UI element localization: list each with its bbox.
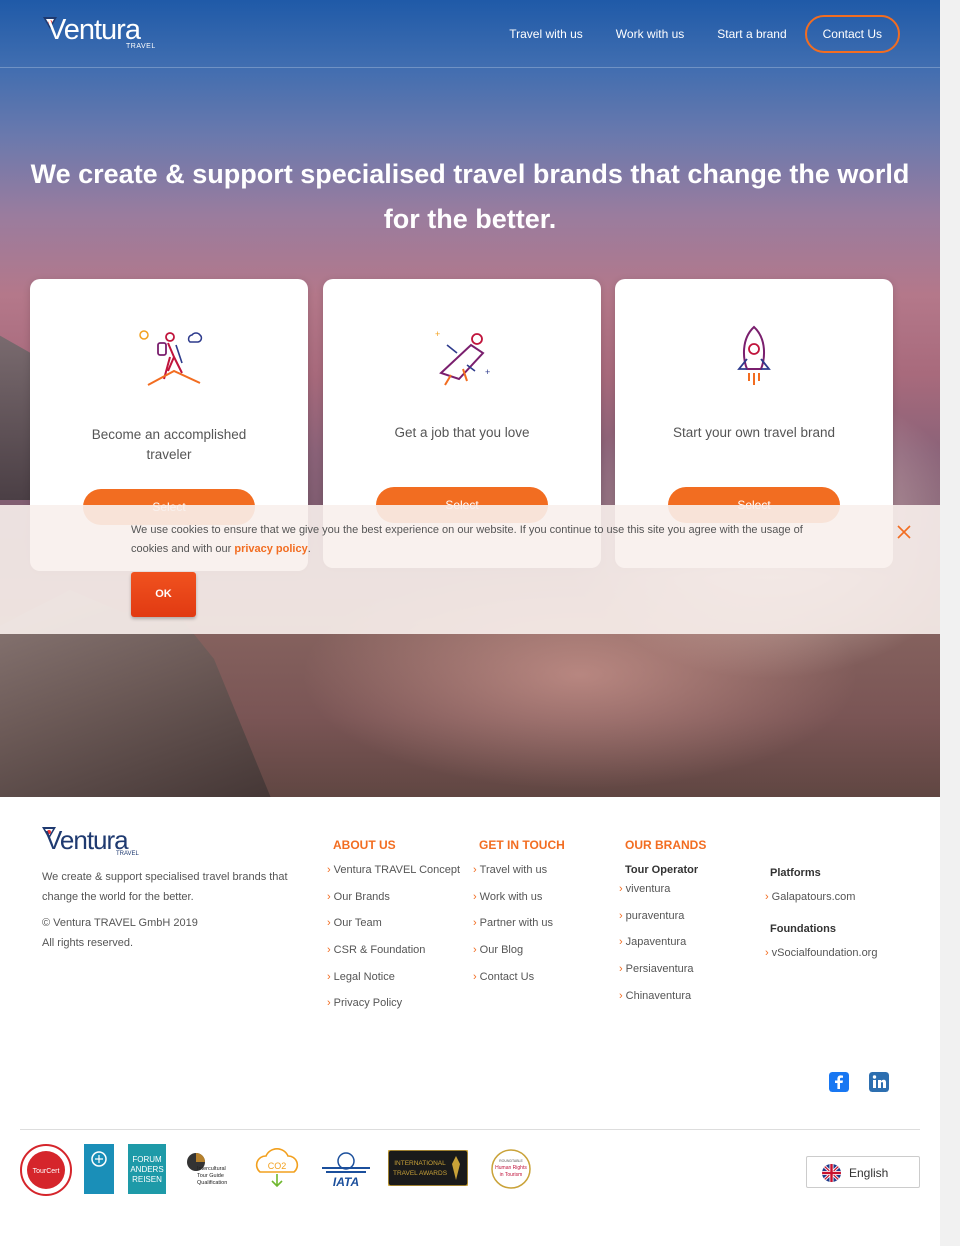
co2-neutral-badge-icon: CO2 — [255, 1148, 299, 1188]
platforms-label: Platforms — [770, 867, 821, 879]
svg-text:Human Rights: Human Rights — [495, 1165, 527, 1171]
card-text: Start your own travel brand — [672, 425, 836, 440]
svg-text:in Tourism: in Tourism — [500, 1172, 523, 1178]
nav-work-with-us[interactable]: Work with us — [616, 27, 684, 41]
footer-about-column: ABOUT US Ventura TRAVEL Concept Our Bran… — [327, 838, 460, 1024]
about-heading: ABOUT US — [333, 838, 396, 852]
logo-subtext: TRAVEL — [126, 43, 156, 50]
uk-flag-icon — [822, 1164, 841, 1182]
footer-link[interactable]: Chinaventura — [619, 990, 706, 1017]
footer-link[interactable]: viventura — [619, 883, 706, 910]
footer-link[interactable]: Partner with us — [473, 917, 565, 944]
footer-link[interactable]: Work with us — [473, 891, 565, 918]
iata-badge-icon: IATA — [322, 1152, 370, 1188]
svg-text:Qualification: Qualification — [197, 1180, 227, 1186]
svg-text:Tour Guide: Tour Guide — [197, 1173, 224, 1179]
svg-text:+: + — [485, 367, 490, 377]
footer-link[interactable]: vSocialfoundation.org — [765, 947, 878, 979]
adventure-badge-icon — [84, 1144, 114, 1194]
card-text: Get a job that you love — [394, 425, 530, 440]
language-selector[interactable]: English — [806, 1156, 920, 1188]
privacy-policy-link[interactable]: privacy policy — [234, 543, 307, 555]
svg-text:+: + — [435, 329, 440, 339]
foundations-label: Foundations — [770, 923, 836, 935]
contact-us-button[interactable]: Contact Us — [804, 15, 900, 53]
footer-link[interactable]: Our Brands — [327, 891, 460, 918]
cookie-message: We use cookies to ensure that we give yo… — [131, 521, 821, 559]
footer: Ventura TRAVEL We create & support speci… — [0, 797, 940, 1246]
footer-link[interactable]: CSR & Foundation — [327, 944, 460, 971]
footer-description: We create & support specialised travel b… — [42, 871, 288, 903]
page-right-gutter — [940, 0, 960, 1246]
svg-text:Intercultural: Intercultural — [197, 1166, 226, 1172]
flying-person-icon: + + — [435, 329, 490, 386]
card-text: Become an accomplished traveler — [91, 427, 247, 462]
linkedin-icon[interactable] — [869, 1072, 889, 1092]
svg-text:TourCert: TourCert — [33, 1168, 60, 1175]
footer-logo-subtext: TRAVEL — [116, 851, 139, 857]
main-nav: Travel with us Work with us Start a bran… — [476, 0, 900, 68]
cookie-message-text: We use cookies to ensure that we give yo… — [131, 524, 803, 555]
close-icon[interactable] — [894, 522, 914, 542]
footer-brands-column: OUR BRANDS Tour Operator viventura purav… — [619, 838, 706, 1016]
svg-text:INTERNATIONAL: INTERNATIONAL — [394, 1160, 446, 1167]
nav-travel-with-us[interactable]: Travel with us — [509, 27, 583, 41]
international-travel-awards-badge-icon: INTERNATIONAL TRAVEL AWARDS — [388, 1150, 468, 1186]
footer-logo[interactable]: Ventura TRAVEL — [42, 825, 152, 859]
nav-start-a-brand[interactable]: Start a brand — [717, 27, 786, 41]
svg-text:IATA: IATA — [333, 1175, 359, 1188]
footer-divider — [20, 1129, 920, 1130]
footer-link[interactable]: Privacy Policy — [327, 997, 460, 1024]
svg-text:ANDERS: ANDERS — [130, 1165, 163, 1174]
rights-text: All rights reserved. — [42, 937, 134, 949]
hero-headline: We create & support specialised travel b… — [30, 159, 910, 234]
language-label: English — [849, 1166, 889, 1180]
tour-operator-label: Tour Operator — [625, 864, 699, 876]
top-navigation-bar: Ventura TRAVEL Travel with us Work with … — [0, 0, 940, 68]
tourcert-badge-icon: TourCert — [20, 1144, 72, 1196]
copyright-text: © Ventura TRAVEL GmbH 2019 — [42, 917, 198, 929]
touch-heading: GET IN TOUCH — [479, 838, 565, 852]
cookie-banner: We use cookies to ensure that we give yo… — [0, 505, 940, 634]
footer-link[interactable]: Legal Notice — [327, 971, 460, 998]
footer-link[interactable]: Persiaventura — [619, 963, 706, 990]
svg-text:TRAVEL AWARDS: TRAVEL AWARDS — [393, 1170, 448, 1177]
svg-text:ROUNDTABLE: ROUNDTABLE — [499, 1159, 523, 1163]
footer-link[interactable]: Galapatours.com — [765, 891, 877, 923]
cookie-message-end: . — [307, 543, 311, 555]
cookie-ok-button[interactable]: OK — [131, 572, 196, 617]
footer-link[interactable]: Ventura TRAVEL Concept — [327, 864, 460, 891]
footer-link[interactable]: Japaventura — [619, 936, 706, 963]
footer-copyright: © Ventura TRAVEL GmbH 2019 All rights re… — [42, 913, 242, 953]
svg-text:FORUM: FORUM — [132, 1155, 162, 1164]
footer-link[interactable]: Travel with us — [473, 864, 565, 891]
rocket-icon — [737, 325, 771, 385]
human-rights-tourism-badge-icon: ROUNDTABLE Human Rights in Tourism — [491, 1149, 531, 1189]
footer-link[interactable]: Contact Us — [473, 971, 565, 998]
forum-anders-reisen-badge-icon: FORUM ANDERS REISEN — [128, 1144, 166, 1194]
ventura-logo[interactable]: Ventura TRAVEL — [43, 14, 163, 54]
footer-link[interactable]: Our Team — [327, 917, 460, 944]
footer-touch-column: GET IN TOUCH Travel with us Work with us… — [473, 838, 565, 997]
svg-text:REISEN: REISEN — [132, 1175, 162, 1184]
svg-text:CO2: CO2 — [268, 1161, 287, 1171]
footer-link[interactable]: puraventura — [619, 910, 706, 937]
brands-heading: OUR BRANDS — [625, 838, 707, 852]
facebook-icon[interactable] — [829, 1072, 849, 1092]
intercultural-guide-badge-icon: Intercultural Tour Guide Qualification — [187, 1153, 227, 1186]
hiker-icon — [139, 330, 203, 386]
footer-platforms-column: Platforms Galapatours.com Foundations vS… — [765, 867, 877, 979]
footer-link[interactable]: Our Blog — [473, 944, 565, 971]
